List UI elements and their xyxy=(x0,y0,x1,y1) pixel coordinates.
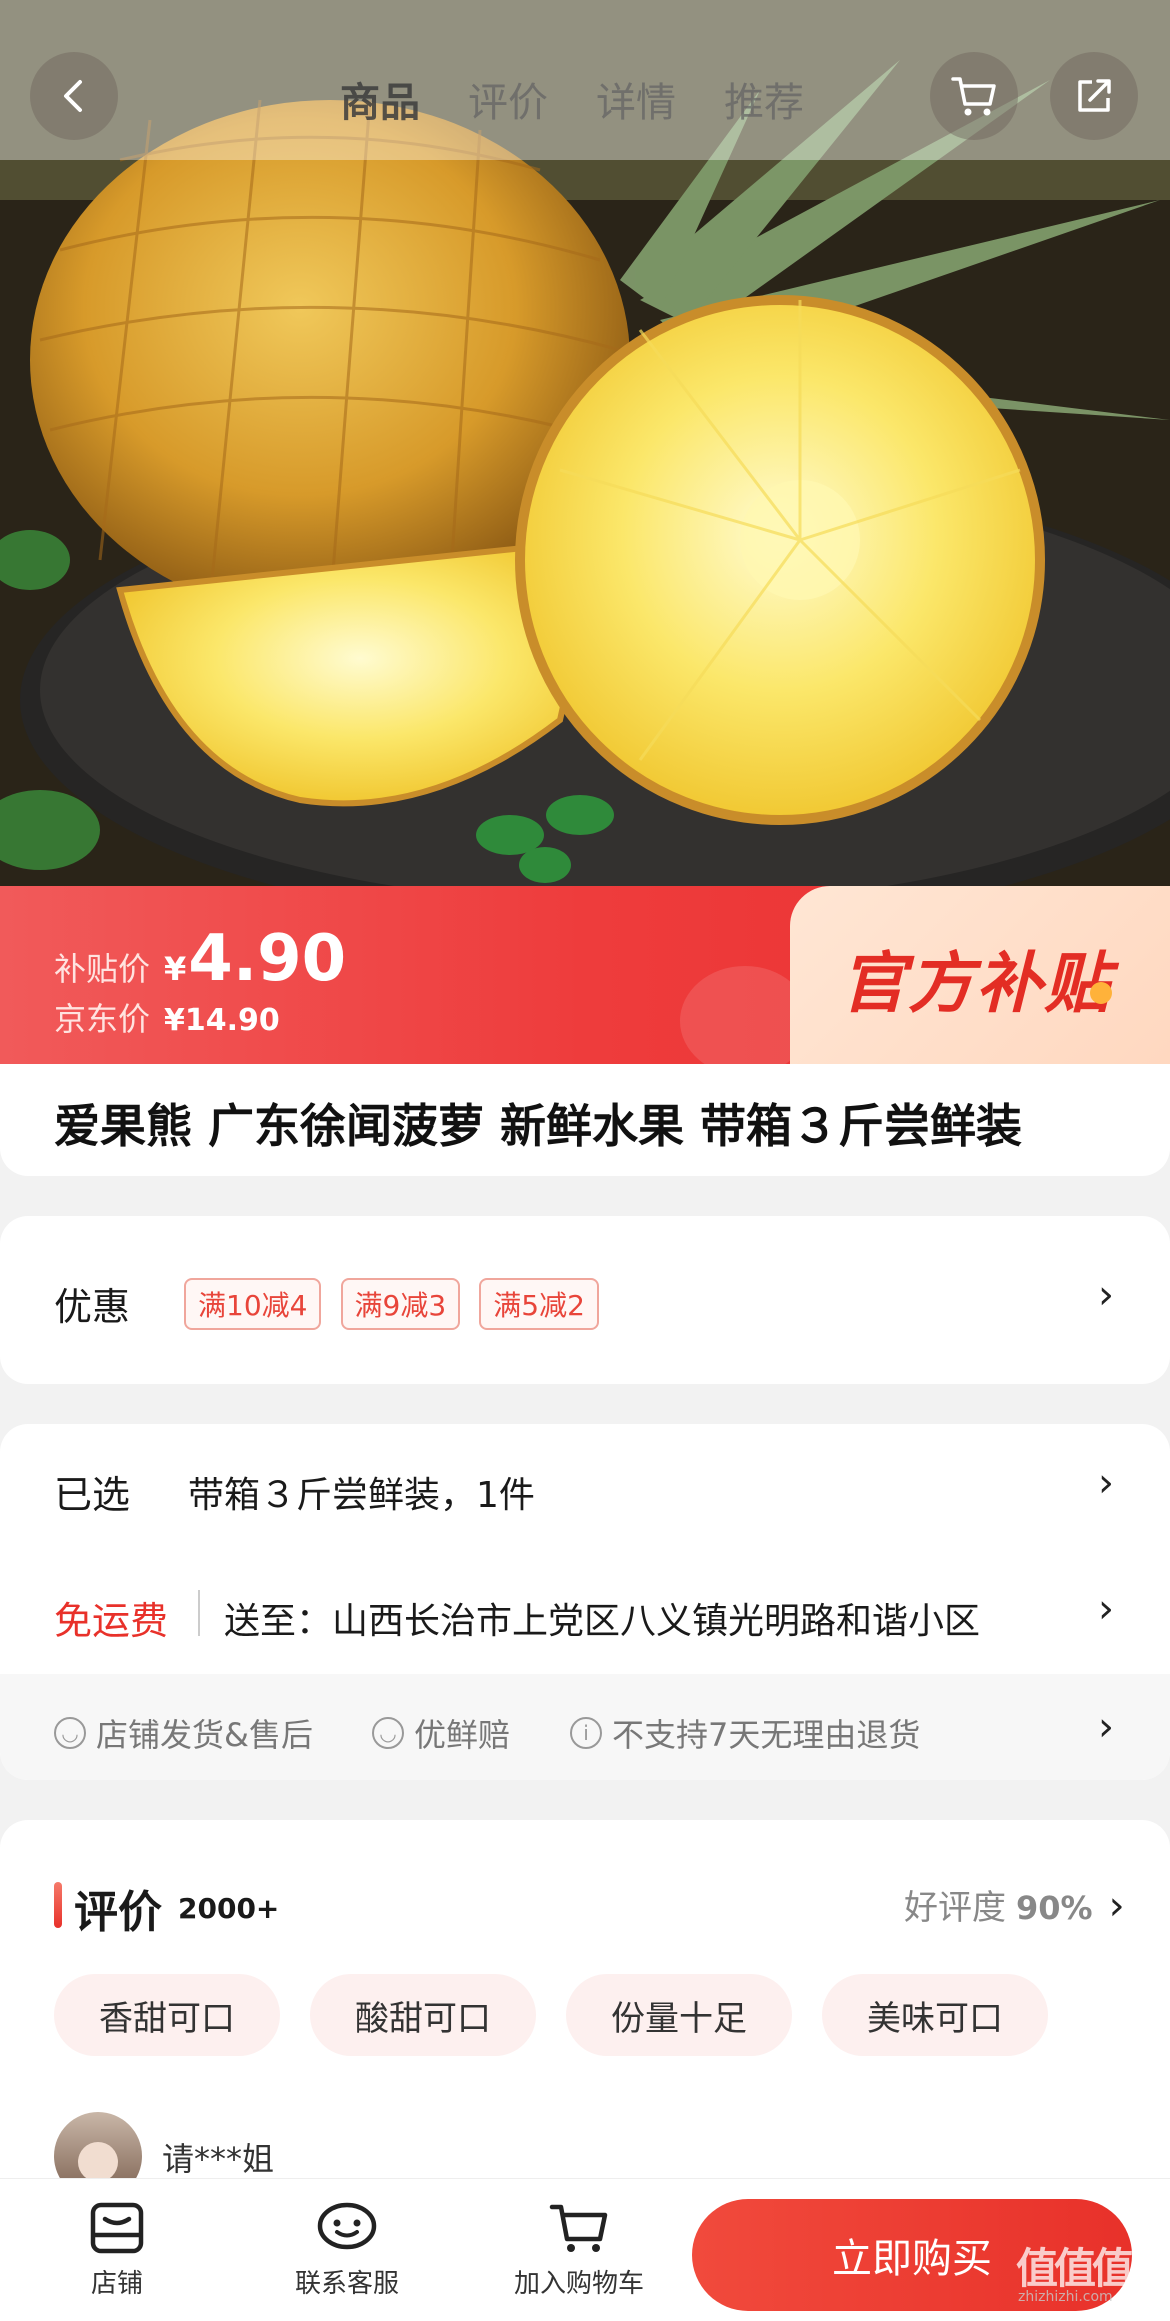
options-card: 已选 带箱３斤尝鲜装，1件 › 免运费 送至：山西长治市上党区八义镇光明路和谐小… xyxy=(0,1424,1170,1780)
add-to-cart-button[interactable]: 加入购物车 xyxy=(504,2201,654,2300)
official-subsidy-text: 官方补贴 xyxy=(840,945,1112,1022)
product-hero-image[interactable]: 商品 评价 详情 推荐 xyxy=(0,0,1170,890)
service-item: ◡ 优鲜赔 xyxy=(372,1710,510,1756)
cart-button[interactable] xyxy=(930,52,1018,140)
jd-price-label: 京东价 xyxy=(54,1000,151,1038)
selected-spec: 带箱３斤尝鲜装，1件 xyxy=(188,1475,535,1516)
bottom-action-bar: 店铺 联系客服 加入购物车 立即购买 值值值 zhizhizhi.com xyxy=(0,2178,1170,2321)
tab-reviews[interactable]: 评价 xyxy=(468,70,548,128)
service-item: ◡ 店铺发货&售后 xyxy=(54,1710,313,1756)
chat-icon xyxy=(317,2202,377,2250)
official-subsidy-badge: 官方补贴 xyxy=(790,886,1170,1064)
section-marker xyxy=(54,1882,62,1928)
coupon-badge[interactable]: 满10减4 xyxy=(184,1278,322,1330)
chevron-right-icon: › xyxy=(1108,1883,1125,1929)
tab-details[interactable]: 详情 xyxy=(596,70,676,128)
rating-label: 好评度 xyxy=(904,1888,1006,1928)
coin-icon xyxy=(1090,982,1112,1004)
coupon-badge[interactable]: 满9减3 xyxy=(340,1278,461,1330)
share-button[interactable] xyxy=(1050,52,1138,140)
free-shipping-label: 免运费 xyxy=(54,1599,169,1643)
section-tabs: 商品 评价 详情 推荐 xyxy=(340,70,804,128)
review-tag[interactable]: 酸甜可口 xyxy=(310,1974,536,2056)
service-text: 优鲜赔 xyxy=(414,1716,511,1754)
product-title: 爱果熊 广东徐闻菠萝 新鲜水果 带箱３斤尝鲜装 xyxy=(54,1099,1023,1153)
rating-value: 90% xyxy=(1016,1889,1093,1927)
subsidy-price: 4.90 xyxy=(188,922,347,996)
price-banner: 补贴价 ¥4.90 京东价 ¥14.90 官方补贴 xyxy=(0,886,1170,1064)
selected-label: 已选 xyxy=(54,1473,131,1517)
smile-icon: ◡ xyxy=(372,1717,404,1749)
promo-card[interactable]: 优惠 满10减4 满9减3 满5减2 › xyxy=(0,1216,1170,1384)
add-to-cart-label: 加入购物车 xyxy=(513,2269,644,2299)
chevron-right-icon: › xyxy=(1098,1586,1114,1632)
tab-recommend[interactable]: 推荐 xyxy=(724,70,804,128)
cart-icon xyxy=(549,2204,608,2252)
customer-service-button[interactable]: 联系客服 xyxy=(282,2201,412,2300)
info-icon: i xyxy=(570,1717,602,1749)
divider xyxy=(198,1590,200,1636)
subsidy-price-row: 补贴价 ¥4.90 xyxy=(54,922,346,996)
chevron-right-icon: › xyxy=(1098,1460,1114,1506)
reviews-card: 评价 2000+ 好评度 90% › 香甜可口 酸甜可口 份量十足 美味可口 请… xyxy=(0,1820,1170,2240)
review-tag[interactable]: 份量十足 xyxy=(566,1974,792,2056)
shipping-row[interactable]: 免运费 送至：山西长治市上党区八义镇光明路和谐小区 › xyxy=(0,1554,1170,1674)
positive-rating[interactable]: 好评度 90% › xyxy=(904,1880,1125,1929)
store-button[interactable]: 店铺 xyxy=(72,2201,162,2300)
watermark-url: zhizhizhi.com xyxy=(1018,2289,1113,2305)
selected-spec-row[interactable]: 已选 带箱３斤尝鲜装，1件 › xyxy=(0,1424,1170,1554)
reviews-title: 评价 xyxy=(74,1887,162,1938)
store-icon xyxy=(90,2202,144,2254)
service-row[interactable]: ◡ 店铺发货&售后 ◡ 优鲜赔 i 不支持7天无理由退货 › xyxy=(0,1674,1170,1780)
service-text: 店铺发货&售后 xyxy=(96,1716,313,1754)
review-tag[interactable]: 美味可口 xyxy=(822,1974,1048,2056)
cart-icon xyxy=(951,77,996,116)
jd-price-row: 京东价 ¥14.90 xyxy=(54,994,280,1040)
jd-price: ¥14.90 xyxy=(164,1003,280,1038)
service-text: 不支持7天无理由退货 xyxy=(612,1716,921,1754)
back-button[interactable] xyxy=(30,52,118,140)
chevron-right-icon: › xyxy=(1098,1704,1114,1750)
review-tag[interactable]: 香甜可口 xyxy=(54,1974,280,2056)
tab-product[interactable]: 商品 xyxy=(340,70,420,128)
coupon-list: 满10减4 满9减3 满5减2 xyxy=(184,1278,613,1330)
title-card: 爱果熊 广东徐闻菠萝 新鲜水果 带箱３斤尝鲜装 xyxy=(0,1064,1170,1176)
currency-symbol: ¥ xyxy=(164,950,187,988)
reviews-count: 2000+ xyxy=(178,1892,280,1925)
delivery-address: 送至：山西长治市上党区八义镇光明路和谐小区 xyxy=(224,1601,981,1642)
smile-icon: ◡ xyxy=(54,1717,86,1749)
customer-service-label: 联系客服 xyxy=(294,2269,399,2299)
subsidy-price-label: 补贴价 xyxy=(54,950,151,988)
reviewer-name: 请***姐 xyxy=(162,2140,275,2178)
coupon-badge[interactable]: 满5减2 xyxy=(479,1278,599,1330)
share-icon xyxy=(1078,79,1111,112)
chevron-left-icon xyxy=(64,80,82,112)
store-label: 店铺 xyxy=(90,2269,143,2299)
promo-label: 优惠 xyxy=(54,1285,131,1329)
watermark: 值值值 xyxy=(1016,2244,1134,2293)
service-item: i 不支持7天无理由退货 xyxy=(570,1710,920,1756)
chevron-right-icon: › xyxy=(1098,1272,1114,1318)
